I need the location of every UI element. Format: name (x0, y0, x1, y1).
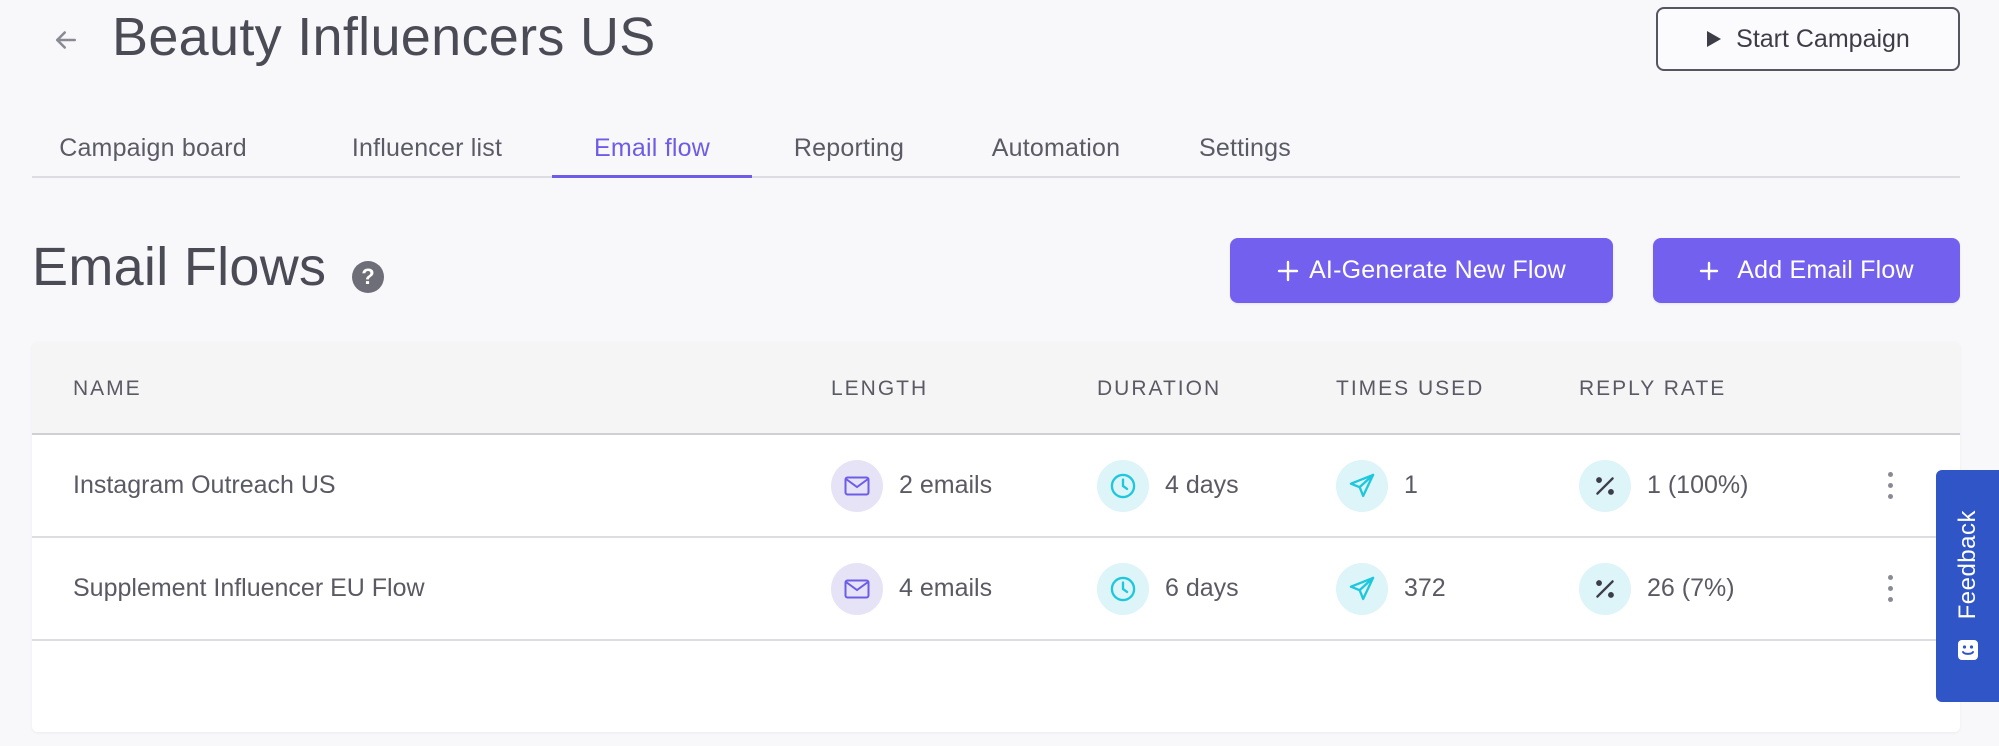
column-header-name[interactable]: NAME (73, 342, 142, 435)
ai-generate-flow-button[interactable]: AI-Generate New Flow (1230, 238, 1613, 303)
reply-rate-value: 26 (7%) (1647, 574, 1735, 602)
tab-reporting[interactable]: Reporting (784, 120, 914, 176)
page-header: Beauty Influencers US Start Campaign (0, 0, 1999, 80)
page-title: Beauty Influencers US (112, 7, 656, 67)
length-cell: 2 emails (831, 435, 992, 536)
table-header: NAME LENGTH DURATION TIMES USED REPLY RA… (32, 342, 1960, 435)
flow-name[interactable]: Supplement Influencer EU Flow (73, 538, 425, 639)
plus-icon (1277, 260, 1299, 281)
help-icon[interactable]: ? (352, 261, 384, 293)
times-used-cell: 372 (1336, 538, 1446, 639)
column-header-length[interactable]: LENGTH (831, 342, 928, 435)
section-title: Email Flows (32, 237, 327, 297)
page: Beauty Influencers US Start Campaign Cam… (0, 0, 1999, 746)
mail-icon (831, 562, 883, 615)
length-value: 4 emails (899, 574, 993, 602)
times-used-value: 372 (1404, 574, 1446, 602)
percent-icon (1579, 459, 1631, 512)
arrow-left-icon (56, 31, 76, 49)
column-header-reply-rate[interactable]: REPLY RATE (1579, 342, 1726, 435)
duration-value: 6 days (1165, 574, 1239, 602)
clock-icon (1097, 459, 1149, 512)
length-cell: 4 emails (831, 538, 992, 639)
times-used-cell: 1 (1336, 435, 1418, 536)
tab-settings[interactable]: Settings (1190, 120, 1300, 176)
plus-icon (1700, 261, 1719, 280)
duration-cell: 6 days (1097, 538, 1239, 639)
tab-influencer-list[interactable]: Influencer list (338, 120, 516, 176)
length-value: 2 emails (899, 471, 993, 499)
tab-automation[interactable]: Automation (980, 120, 1132, 176)
more-options-icon[interactable] (1878, 463, 1902, 507)
flow-name[interactable]: Instagram Outreach US (73, 435, 336, 536)
table-row[interactable]: Supplement Influencer EU Flow 4 emails 6… (32, 538, 1960, 641)
duration-value: 4 days (1165, 471, 1239, 499)
smiley-chat-icon (1957, 639, 1978, 660)
ai-generate-flow-label: AI-Generate New Flow (1309, 256, 1566, 284)
tab-email-flow[interactable]: Email flow (552, 120, 752, 178)
clock-icon (1097, 562, 1149, 615)
add-email-flow-label: Add Email Flow (1737, 256, 1914, 284)
feedback-button[interactable]: Feedback (1936, 470, 1999, 702)
tab-campaign-board[interactable]: Campaign board (59, 120, 246, 176)
times-used-value: 1 (1404, 471, 1418, 499)
play-icon (1707, 31, 1722, 47)
reply-rate-value: 1 (100%) (1647, 471, 1749, 499)
back-button[interactable] (44, 18, 88, 62)
reply-rate-cell: 26 (7%) (1579, 538, 1735, 639)
column-header-duration[interactable]: DURATION (1097, 342, 1221, 435)
campaign-tabs: Campaign board Influencer list Email flo… (32, 120, 1960, 178)
add-email-flow-button[interactable]: Add Email Flow (1653, 238, 1960, 303)
mail-icon (831, 459, 883, 512)
feedback-label: Feedback (1953, 510, 1981, 620)
more-options-icon[interactable] (1878, 566, 1902, 610)
percent-icon (1579, 562, 1631, 615)
start-campaign-button[interactable]: Start Campaign (1656, 7, 1960, 71)
send-icon (1336, 459, 1388, 512)
reply-rate-cell: 1 (100%) (1579, 435, 1748, 536)
send-icon (1336, 562, 1388, 615)
email-flows-table: NAME LENGTH DURATION TIMES USED REPLY RA… (32, 342, 1960, 732)
column-header-times-used[interactable]: TIMES USED (1336, 342, 1484, 435)
start-campaign-label: Start Campaign (1736, 24, 1910, 53)
table-row[interactable]: Instagram Outreach US 2 emails 4 days 1 (32, 435, 1960, 538)
duration-cell: 4 days (1097, 435, 1239, 536)
